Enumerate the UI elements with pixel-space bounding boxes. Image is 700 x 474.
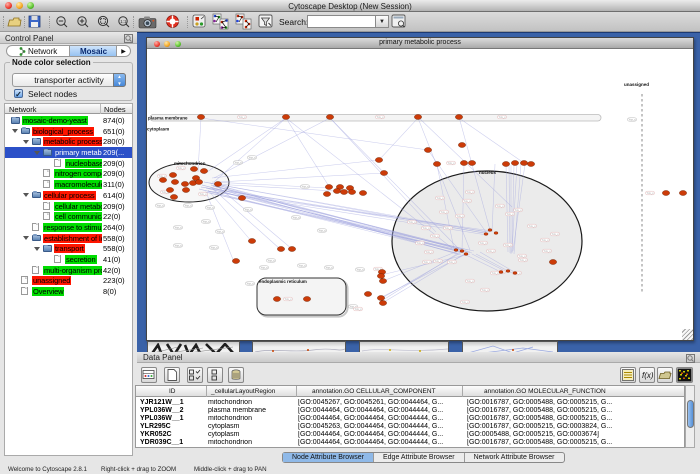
svg-text:Yxx_x: Yxx_x xyxy=(185,204,193,208)
svg-text:Yxx_x: Yxx_x xyxy=(647,191,655,195)
svg-text:Yxx_x: Yxx_x xyxy=(409,220,417,224)
svg-text:Yxx_x: Yxx_x xyxy=(247,282,255,286)
svg-text:Yxx_x: Yxx_x xyxy=(457,214,465,218)
svg-text:cytoplasm: cytoplasm xyxy=(147,127,169,132)
svg-text:Yxx_x: Yxx_x xyxy=(480,241,488,245)
svg-text:Yxx_x: Yxx_x xyxy=(302,185,310,189)
svg-text:Yxx_x: Yxx_x xyxy=(426,250,434,254)
svg-text:Yxx_x: Yxx_x xyxy=(261,266,269,270)
svg-text:Yxx_x: Yxx_x xyxy=(285,297,293,301)
svg-text:Yxx_x: Yxx_x xyxy=(629,118,637,122)
svg-text:Yxx_x: Yxx_x xyxy=(492,271,500,275)
svg-text:Yxx_x: Yxx_x xyxy=(519,254,527,258)
svg-text:Yxx_x: Yxx_x xyxy=(467,190,475,194)
svg-text:Yxx_x: Yxx_x xyxy=(211,246,219,250)
svg-text:mitochondrion: mitochondrion xyxy=(174,161,206,166)
svg-text:Yxx_x: Yxx_x xyxy=(200,192,208,196)
svg-text:Yxx_x: Yxx_x xyxy=(355,307,363,311)
svg-text:Yxx_x: Yxx_x xyxy=(357,268,365,272)
svg-text:Yxx_x: Yxx_x xyxy=(505,243,513,247)
svg-text:Yxx_x: Yxx_x xyxy=(432,234,440,238)
svg-text:Yxx_x: Yxx_x xyxy=(515,208,523,212)
svg-text:Yxx_x: Yxx_x xyxy=(299,264,307,268)
svg-text:Yxx_x: Yxx_x xyxy=(326,266,334,270)
svg-text:Yxx_x: Yxx_x xyxy=(319,229,327,233)
svg-text:Yxx_x: Yxx_x xyxy=(239,115,247,119)
svg-text:Yxx_x: Yxx_x xyxy=(529,224,537,228)
svg-text:Yxx_x: Yxx_x xyxy=(268,259,276,263)
svg-text:Yxx_x: Yxx_x xyxy=(435,259,443,263)
svg-text:Yxx_x: Yxx_x xyxy=(207,206,215,210)
svg-text:Yxx_x: Yxx_x xyxy=(482,288,490,292)
svg-text:endoplasmic reticulum: endoplasmic reticulum xyxy=(259,279,307,284)
svg-text:Yxx_x: Yxx_x xyxy=(542,238,550,242)
svg-text:Yxx_x: Yxx_x xyxy=(245,208,253,212)
svg-text:Yxx_x: Yxx_x xyxy=(178,166,186,170)
svg-text:Yxx_x: Yxx_x xyxy=(445,226,453,230)
svg-text:Yxx_x: Yxx_x xyxy=(449,260,457,264)
svg-text:Yxx_x: Yxx_x xyxy=(157,204,165,208)
svg-text:Yxx_x: Yxx_x xyxy=(507,212,515,216)
svg-text:f(x): f(x) xyxy=(642,371,654,380)
svg-text:Yxx_x: Yxx_x xyxy=(552,232,560,236)
svg-text:Yxx_x: Yxx_x xyxy=(441,210,449,214)
svg-text:Yxx_x: Yxx_x xyxy=(175,244,183,248)
svg-text:Yxx_x: Yxx_x xyxy=(448,161,456,165)
svg-text:Yxx_x: Yxx_x xyxy=(217,230,225,234)
svg-text:Yxx_x: Yxx_x xyxy=(423,226,431,230)
svg-text:Yxx_x: Yxx_x xyxy=(467,279,475,283)
svg-text:Yxx_x: Yxx_x xyxy=(417,241,425,245)
svg-text:Yxx_x: Yxx_x xyxy=(464,199,472,203)
svg-text:Yxx_x: Yxx_x xyxy=(424,260,432,264)
svg-text:Yxx_x: Yxx_x xyxy=(377,115,385,119)
svg-text:Yxx_x: Yxx_x xyxy=(544,249,552,253)
svg-text:Yxx_x: Yxx_x xyxy=(175,226,183,230)
svg-text:plasma membrane: plasma membrane xyxy=(148,116,188,121)
svg-text:unassigned: unassigned xyxy=(624,82,649,87)
svg-text:Yxx_x: Yxx_x xyxy=(235,161,243,165)
svg-text:Yxx_x: Yxx_x xyxy=(203,220,211,224)
svg-text:Yxx_x: Yxx_x xyxy=(249,156,257,160)
svg-text:Yxx_x: Yxx_x xyxy=(520,258,528,262)
svg-text:nucleus: nucleus xyxy=(479,170,497,175)
svg-text:Yxx_x: Yxx_x xyxy=(462,300,470,304)
svg-text:1:1: 1:1 xyxy=(120,19,127,24)
svg-text:Yxx_x: Yxx_x xyxy=(437,196,445,200)
svg-text:Yxx_x: Yxx_x xyxy=(488,249,496,253)
svg-text:Yxx_x: Yxx_x xyxy=(497,204,505,208)
svg-text:Yxx_x: Yxx_x xyxy=(499,115,507,119)
svg-text:Yxx_x: Yxx_x xyxy=(293,216,301,220)
